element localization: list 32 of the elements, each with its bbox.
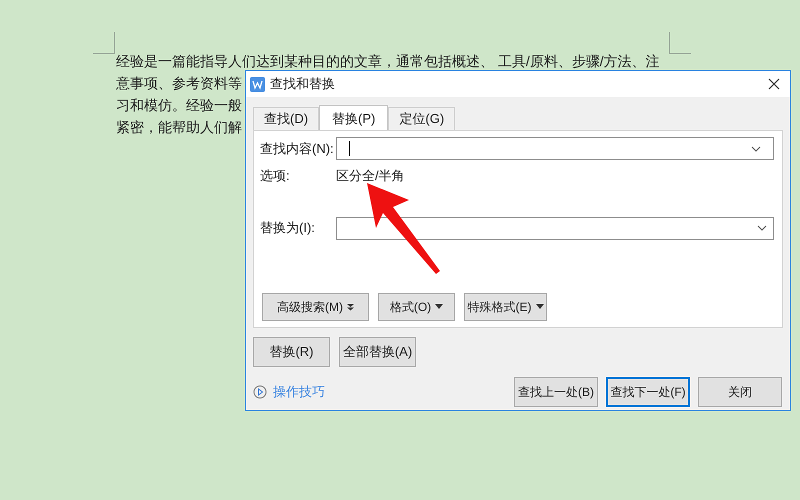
document-text-line: 紧密，能帮助人们解 bbox=[116, 118, 242, 137]
dialog-button[interactable]: 查找下一处(F) bbox=[606, 377, 690, 407]
tab[interactable]: 替换(P) bbox=[319, 105, 388, 131]
caret-icon bbox=[435, 304, 444, 309]
field-label: 替换为(I): bbox=[260, 219, 316, 238]
document-text-line: 习和模仿。经验一般 bbox=[116, 96, 242, 115]
dropdown-button[interactable]: 格式(O) bbox=[378, 292, 455, 320]
replace-button[interactable]: 全部替换(A) bbox=[339, 337, 416, 367]
tab[interactable]: 查找(D) bbox=[253, 107, 320, 130]
document-text-line: 意事项、参考资料等 bbox=[116, 74, 242, 93]
page-corner-mark bbox=[669, 32, 691, 54]
dialog-button[interactable]: 查找上一处(B) bbox=[514, 377, 598, 407]
document-text-line: 经验是一篇能指导人们达到某种目的的文章，通常包括概述、 工具/原料、步骤/方法、注 bbox=[116, 52, 660, 71]
field-label: 查找内容(N): bbox=[260, 140, 335, 158]
dialog-button[interactable]: 关闭 bbox=[698, 377, 782, 407]
dropdown-button[interactable]: 高级搜索(M) bbox=[262, 292, 369, 320]
replace-button[interactable]: 替换(R) bbox=[253, 337, 330, 367]
app-logo-icon bbox=[250, 76, 265, 92]
options-value: 区分全/半角 bbox=[336, 167, 405, 185]
window-title: 查找和替换 bbox=[270, 75, 335, 94]
chevron-down-icon bbox=[757, 225, 767, 231]
find-input-field[interactable] bbox=[336, 137, 774, 160]
play-circle-icon bbox=[253, 385, 267, 399]
options-label: 选项: bbox=[260, 167, 291, 185]
replace-input-field[interactable] bbox=[336, 216, 774, 240]
dropdown-button[interactable]: 特殊格式(E) bbox=[464, 292, 547, 320]
tab[interactable]: 定位(G) bbox=[388, 107, 456, 130]
page-corner-mark bbox=[93, 32, 115, 54]
double-caret-icon bbox=[347, 302, 354, 310]
close-icon[interactable] bbox=[768, 78, 780, 90]
caret-icon bbox=[536, 304, 544, 309]
chevron-down-icon bbox=[751, 146, 761, 152]
